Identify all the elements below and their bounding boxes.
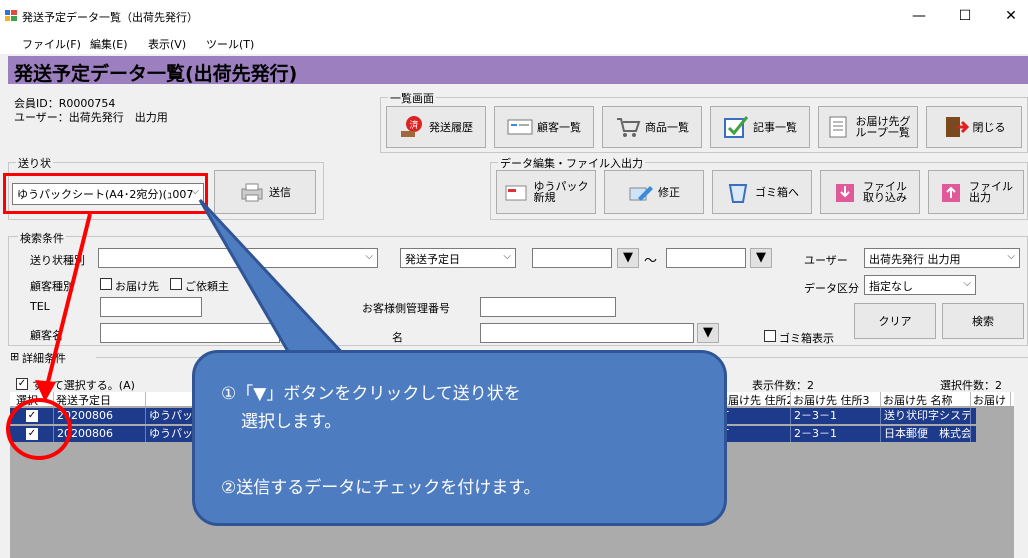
- callout-line-1: ①「▼」ボタンをクリックして送り状を: [221, 384, 521, 404]
- callout-line-2: 選択します。: [241, 412, 342, 432]
- instruction-callout: ①「▼」ボタンをクリックして送り状を 選択します。 ②送信するデータにチェックを…: [192, 350, 727, 526]
- callout-line-3: ②送信するデータにチェックを付けます。: [221, 478, 541, 498]
